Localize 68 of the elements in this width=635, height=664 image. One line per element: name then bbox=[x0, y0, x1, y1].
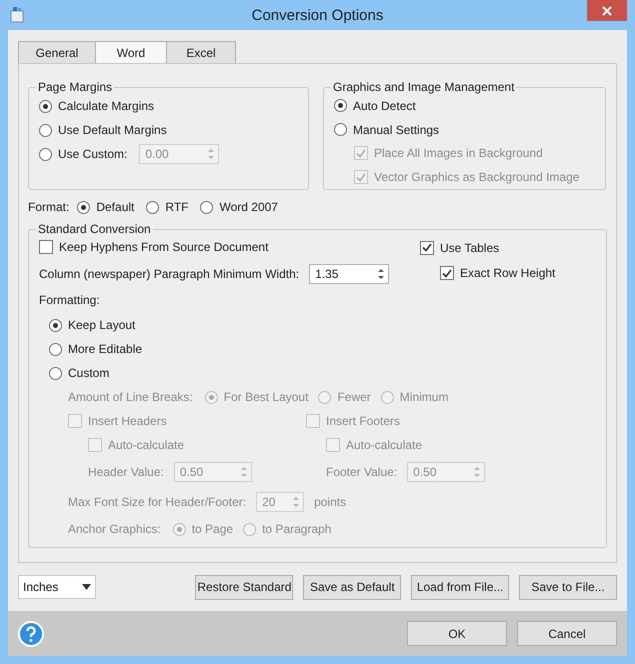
tab[interactable]: Word bbox=[95, 41, 167, 63]
option-label: Word 2007 bbox=[219, 200, 278, 214]
tab[interactable]: General bbox=[18, 41, 96, 63]
group-title: Page Margins bbox=[37, 80, 114, 94]
close-icon bbox=[602, 6, 612, 16]
field-label: Header Value: bbox=[88, 465, 164, 479]
action-button[interactable]: Load from File... bbox=[411, 574, 510, 600]
caret-icon bbox=[82, 584, 92, 590]
checkbox-label: Insert Headers bbox=[88, 414, 167, 428]
checkbox[interactable] bbox=[39, 240, 53, 254]
action-button[interactable]: Restore Standard bbox=[195, 574, 294, 600]
field-label: Max Font Size for Header/Footer: bbox=[68, 495, 246, 509]
option-label: Auto Detect bbox=[353, 98, 416, 113]
tab[interactable]: Excel bbox=[166, 41, 236, 63]
option-label: RTF bbox=[165, 200, 188, 214]
spin-field[interactable]: 1.35 bbox=[309, 264, 390, 284]
field-label: Column (newspaper) Paragraph Minimum Width: bbox=[39, 266, 300, 280]
radio-button[interactable] bbox=[49, 342, 62, 356]
option-label: to Paragraph bbox=[262, 522, 332, 536]
group-title: Standard Conversion bbox=[37, 222, 152, 236]
checkbox[interactable] bbox=[440, 266, 454, 280]
checkbox-label: Insert Footers bbox=[326, 414, 400, 428]
field-label: Footer Value: bbox=[326, 465, 398, 479]
field-label: Anchor Graphics: bbox=[68, 522, 161, 536]
app-icon bbox=[9, 6, 25, 23]
radio-button[interactable] bbox=[39, 148, 52, 160]
radio-button[interactable] bbox=[39, 124, 52, 136]
option-label: Default bbox=[96, 200, 134, 214]
radio-button[interactable] bbox=[39, 100, 52, 112]
format-label: Format: bbox=[28, 200, 70, 214]
action-button[interactable]: Save as Default bbox=[303, 574, 402, 600]
checkbox-label: Use Tables bbox=[440, 240, 500, 255]
field-label: Amount of Line Breaks: bbox=[68, 390, 193, 404]
units-dropdown[interactable]: Inches bbox=[18, 575, 96, 599]
close-button[interactable] bbox=[587, 0, 627, 21]
option-label: to Page bbox=[192, 522, 234, 536]
checkbox[interactable] bbox=[420, 240, 434, 255]
radio-button[interactable] bbox=[334, 123, 347, 136]
option-label: Keep Layout bbox=[68, 318, 136, 332]
radio-button[interactable] bbox=[49, 318, 62, 332]
option-label: More Editable bbox=[68, 342, 142, 356]
option-label: Use Default Margins bbox=[58, 123, 167, 137]
radio-button[interactable] bbox=[49, 366, 62, 380]
option-label: For Best Layout bbox=[224, 390, 308, 404]
unit-label: points bbox=[314, 495, 346, 509]
checkbox-label: Place All Images in Background bbox=[374, 146, 543, 160]
checkbox-label: Keep Hyphens From Source Document bbox=[59, 240, 268, 254]
option-label: Calculate Margins bbox=[58, 99, 154, 113]
radio-button[interactable] bbox=[77, 200, 90, 214]
option-label: Custom bbox=[68, 366, 110, 380]
radio-button[interactable] bbox=[334, 99, 347, 112]
group-title: Graphics and Image Management bbox=[332, 80, 516, 94]
option-label: Minimum bbox=[400, 390, 448, 404]
option-label: Fewer bbox=[337, 390, 371, 404]
checkbox-label: Auto-calculate bbox=[108, 438, 184, 452]
checkbox-label: Vector Graphics as Background Image bbox=[374, 170, 580, 184]
dialog-button[interactable]: Cancel bbox=[517, 621, 617, 646]
radio-button[interactable] bbox=[146, 200, 160, 214]
window-title: Conversion Options bbox=[250, 6, 384, 24]
field-label: Formatting: bbox=[39, 293, 100, 307]
checkbox-label: Auto-calculate bbox=[346, 438, 422, 452]
help-icon[interactable] bbox=[18, 620, 44, 646]
checkbox-label: Exact Row Height bbox=[460, 266, 556, 280]
radio-button[interactable] bbox=[200, 200, 214, 214]
option-label: Use Custom: bbox=[58, 147, 128, 161]
option-label: Manual Settings bbox=[353, 122, 440, 137]
action-button[interactable]: Save to File... bbox=[519, 574, 617, 600]
dialog-button[interactable]: OK bbox=[407, 621, 507, 646]
